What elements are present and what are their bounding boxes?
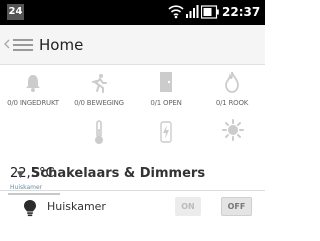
clock: 22:37 — [222, 5, 261, 19]
status-bar: 24 22:37 — [0, 0, 265, 25]
door-icon — [160, 72, 172, 92]
drawer-icon[interactable] — [13, 38, 33, 52]
power-icon — [160, 121, 172, 143]
up-icon[interactable] — [4, 39, 10, 49]
sensor-tile-bell[interactable]: 0/0 INGEDRUKT — [0, 65, 66, 109]
thermometer-icon — [95, 120, 103, 144]
sensor-tile-flame[interactable]: 0/1 ROOK — [199, 65, 265, 109]
sensor-tile-motion[interactable]: 0/0 BEWEGING — [66, 65, 132, 109]
app-title: Home — [39, 36, 84, 54]
sensor-tile-door[interactable]: 0/1 OPEN — [133, 65, 199, 109]
signal-icon — [186, 5, 199, 18]
wifi-icon — [168, 5, 184, 19]
on-button[interactable]: ON — [175, 197, 201, 216]
bell-icon — [26, 75, 40, 92]
section-title: Schakelaars & Dimmers — [31, 166, 206, 181]
sensor-label: 0/0 BEWEGING — [74, 99, 124, 107]
sensor-label: 0/0 INGEDRUKT — [7, 99, 59, 107]
sun-tile[interactable] — [199, 109, 265, 159]
action-bar: Home — [0, 25, 265, 65]
sensor-label: 0/1 OPEN — [150, 99, 182, 107]
notification-badge: 24 — [7, 4, 24, 20]
sun-icon — [222, 119, 244, 141]
flame-icon — [225, 71, 239, 93]
sensor-label: 0/1 ROOK — [215, 99, 249, 107]
battery-icon — [201, 5, 219, 19]
motion-icon — [92, 74, 107, 93]
collapse-chevron-icon: ▼ — [17, 170, 24, 180]
section-header[interactable]: ▼ Schakelaars & Dimmers — [0, 160, 265, 191]
power-tile[interactable] — [133, 109, 199, 159]
temperature-tile[interactable]: 22,5°C Huiskamer — [0, 109, 66, 195]
switch-label: Huiskamer — [47, 200, 106, 213]
sensor-grid: 0/0 INGEDRUKT 0/0 BEWEGING 0/1 OPEN 0/1 … — [0, 65, 265, 195]
screen: 24 22:37 Home 0/0 INGEDRUKT 0/0 BEWEGING… — [0, 0, 265, 241]
thermometer-tile[interactable] — [66, 109, 132, 159]
bulb-icon — [24, 200, 36, 217]
off-button[interactable]: OFF — [221, 197, 252, 216]
switch-row: Huiskamer ON OFF — [0, 191, 265, 225]
